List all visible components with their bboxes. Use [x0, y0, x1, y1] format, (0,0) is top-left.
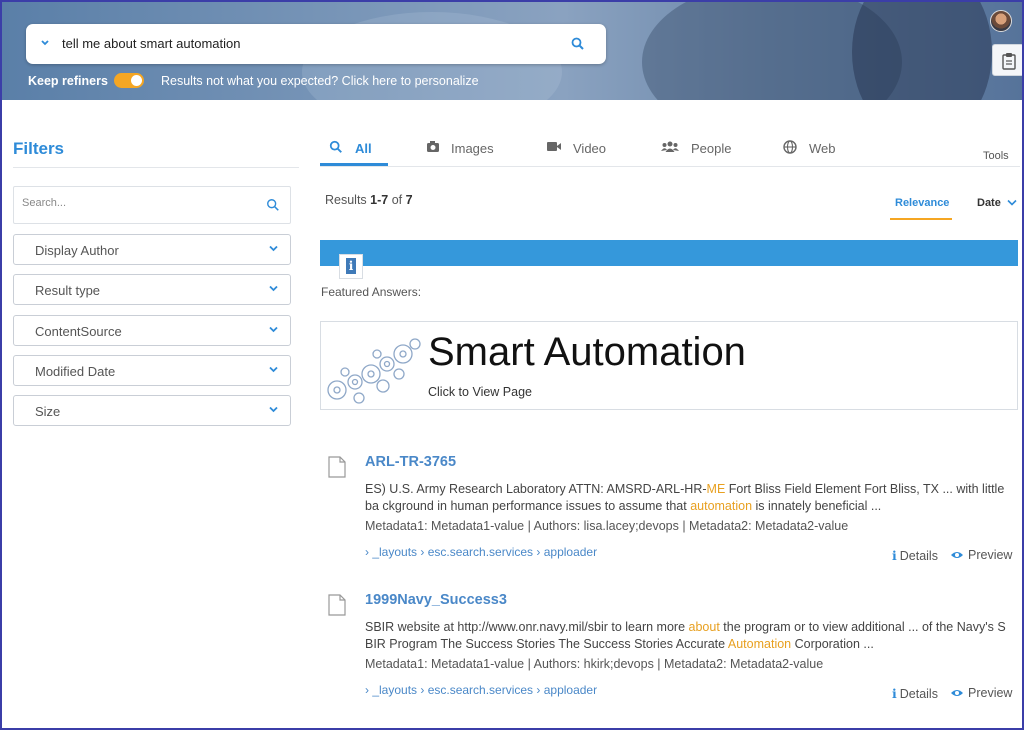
- tab-label: All: [355, 141, 372, 156]
- info-icon: i: [892, 548, 897, 563]
- avatar[interactable]: [990, 10, 1012, 32]
- search-icon: [329, 140, 342, 153]
- active-sort-indicator: [890, 218, 952, 220]
- tab-images[interactable]: Images: [426, 139, 496, 165]
- people-icon: [661, 141, 679, 152]
- result-snippet: ES) U.S. Army Research Laboratory ATTN: …: [365, 482, 1005, 513]
- keep-refiners-toggle[interactable]: [114, 73, 144, 88]
- tab-label: People: [691, 141, 732, 156]
- results-count: Results 1-7 of 7: [325, 193, 413, 207]
- divider: [320, 166, 1020, 167]
- chevron-down-icon: [269, 406, 278, 413]
- result-metadata: Metadata1: Metadata1-value | Authors: hk…: [365, 657, 824, 671]
- sort-date[interactable]: Date: [977, 197, 1017, 209]
- tab-web[interactable]: Web: [783, 139, 839, 165]
- facet-display-author[interactable]: Display Author: [13, 234, 291, 265]
- facet-label: Display Author: [35, 243, 119, 258]
- tab-label: Images: [451, 141, 494, 156]
- tab-video[interactable]: Video: [546, 139, 608, 165]
- eye-icon: [951, 552, 963, 558]
- result-breadcrumb[interactable]: › _layouts › esc.search.services › applo…: [365, 545, 597, 559]
- tab-label: Video: [573, 141, 607, 156]
- preview-button[interactable]: Preview: [950, 548, 1012, 562]
- result-breadcrumb[interactable]: › _layouts › esc.search.services › applo…: [365, 683, 597, 697]
- result-item: ARL-TR-3765 ES) U.S. Army Research Labor…: [320, 454, 1020, 574]
- facet-modified-date[interactable]: Modified Date: [13, 355, 291, 386]
- facet-result-type[interactable]: Result type: [13, 274, 291, 305]
- document-icon: [328, 456, 346, 478]
- search-icon[interactable]: [266, 198, 280, 212]
- facet-label: Size: [35, 404, 61, 419]
- chevron-down-icon: [269, 366, 278, 373]
- filter-search-input[interactable]: [22, 197, 252, 209]
- divider: [13, 167, 299, 168]
- facet-size[interactable]: Size: [13, 395, 291, 426]
- chevron-down-icon: [269, 326, 278, 333]
- preview-button[interactable]: Preview: [950, 686, 1012, 700]
- featured-answers-label: Featured Answers:: [321, 285, 422, 299]
- facet-label: Result type: [35, 283, 101, 298]
- header-banner: tell me about smart automation Keep refi…: [2, 2, 1022, 100]
- tab-label: Web: [809, 141, 836, 156]
- camera-icon: [427, 141, 439, 152]
- clipboard-icon: [1002, 53, 1016, 70]
- document-icon: [328, 594, 346, 616]
- sort-relevance[interactable]: Relevance: [895, 197, 949, 209]
- result-metadata: Metadata1: Metadata1-value | Authors: li…: [365, 519, 849, 533]
- video-camera-icon: [547, 142, 561, 151]
- result-title[interactable]: ARL-TR-3765: [365, 454, 456, 470]
- featured-banner: [320, 240, 1018, 266]
- tools-button[interactable]: Tools: [983, 150, 1009, 162]
- chevron-down-icon: [269, 245, 278, 252]
- featured-title[interactable]: Smart Automation: [428, 330, 746, 375]
- chevron-down-icon: [1007, 199, 1017, 206]
- search-box[interactable]: tell me about smart automation: [26, 24, 606, 64]
- featured-answer-card[interactable]: Smart Automation Click to View Page: [320, 321, 1018, 410]
- details-button[interactable]: i Details: [892, 548, 938, 563]
- facet-label: Modified Date: [35, 364, 116, 379]
- app-frame: tell me about smart automation Keep refi…: [0, 0, 1024, 730]
- result-snippet: SBIR website at http://www.onr.navy.mil/…: [365, 620, 1006, 651]
- info-icon: i: [339, 254, 363, 279]
- keep-refiners-label: Keep refiners: [28, 74, 108, 88]
- personalize-link[interactable]: Results not what you expected? Click her…: [161, 74, 479, 88]
- info-icon: i: [892, 686, 897, 701]
- chevron-down-icon: [269, 285, 278, 292]
- facet-label: ContentSource: [35, 324, 122, 339]
- chevron-down-icon[interactable]: [40, 38, 50, 48]
- tab-people[interactable]: People: [661, 139, 733, 165]
- search-query[interactable]: tell me about smart automation: [62, 36, 240, 51]
- result-title[interactable]: 1999Navy_Success3: [365, 592, 507, 608]
- clipboard-button[interactable]: [992, 44, 1022, 76]
- filter-search-field[interactable]: [13, 186, 291, 224]
- sort-date-label: Date: [977, 197, 1001, 209]
- featured-subtitle[interactable]: Click to View Page: [428, 385, 532, 399]
- details-button[interactable]: i Details: [892, 686, 938, 701]
- globe-icon: [783, 140, 797, 154]
- facet-content-source[interactable]: ContentSource: [13, 315, 291, 346]
- tab-all[interactable]: All: [329, 139, 385, 165]
- filters-title: Filters: [13, 139, 65, 158]
- result-item: 1999Navy_Success3 SBIR website at http:/…: [320, 592, 1020, 712]
- search-icon[interactable]: [570, 36, 586, 52]
- eye-icon: [951, 690, 963, 696]
- gears-icon: [327, 338, 421, 404]
